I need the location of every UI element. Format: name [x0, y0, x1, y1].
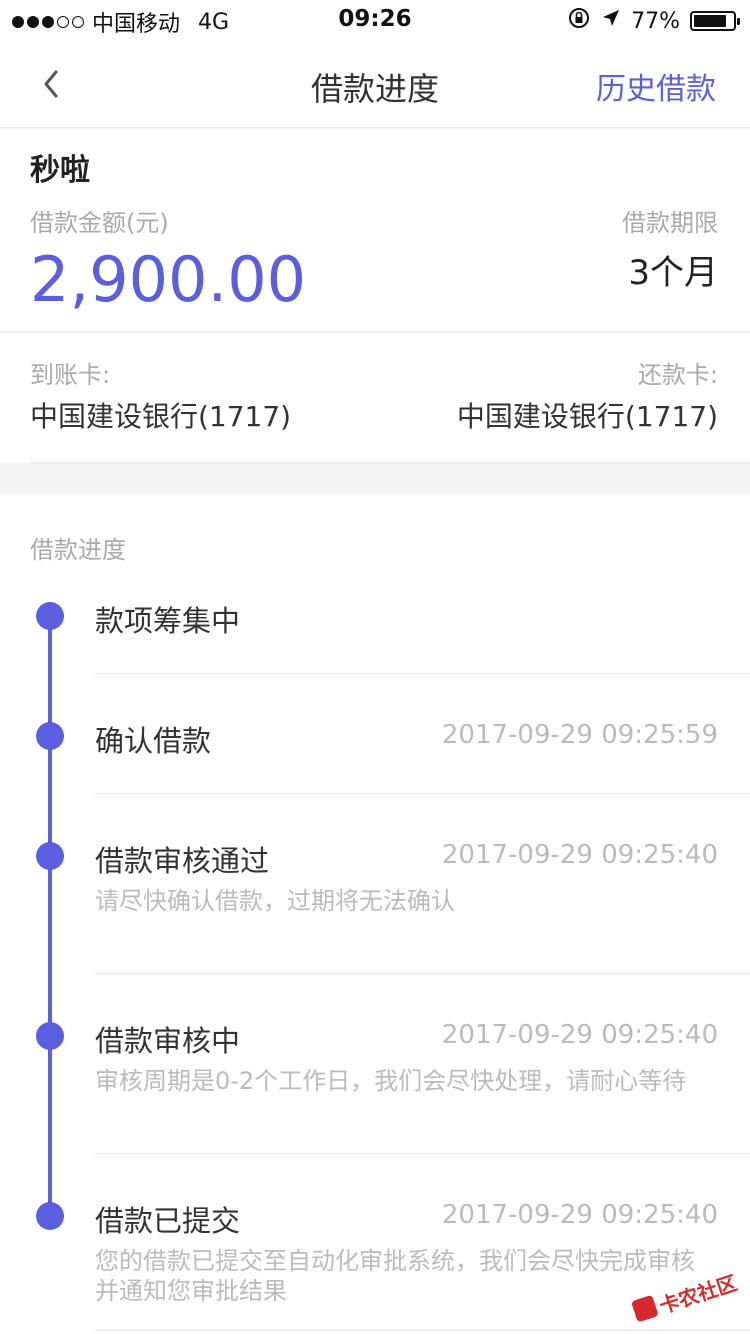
- timeline-dot-icon: [36, 1022, 64, 1050]
- app-name: 秒啦: [30, 153, 90, 188]
- watermark-icon: [630, 1294, 659, 1323]
- step-divider: [95, 673, 750, 674]
- timeline-dot-icon: [36, 1202, 64, 1230]
- step-title: 款项筹集中: [95, 604, 241, 638]
- timeline-dot-icon: [36, 602, 64, 630]
- timeline-dot-icon: [36, 842, 64, 870]
- step-title: 确认借款: [95, 724, 212, 758]
- repay-card-label: 还款卡:: [637, 361, 718, 389]
- step-divider: [95, 1330, 750, 1331]
- step-title: 借款审核通过: [95, 844, 270, 878]
- amount-label: 借款金额(元): [30, 209, 169, 237]
- step-time: 2017-09-29 09:25:59: [441, 720, 718, 750]
- amount-value: 2,900.00: [30, 243, 307, 316]
- term-value: 3个月: [628, 253, 718, 293]
- step-title: 借款审核中: [95, 1024, 241, 1058]
- step-time: 2017-09-29 09:25:40: [441, 840, 718, 870]
- step-title: 借款已提交: [95, 1204, 241, 1238]
- step-divider: [95, 793, 750, 794]
- status-right: 77%: [567, 6, 740, 36]
- term-label: 借款期限: [622, 209, 718, 237]
- progress-section: 借款进度 款项筹集中 确认借款 2017-09-29 09:25:59 借款审核…: [0, 494, 750, 1334]
- nav-bar: 借款进度 历史借款: [0, 40, 750, 128]
- bank-cards-section: 到账卡: 中国建设银行(1717) 还款卡: 中国建设银行(1717): [0, 333, 750, 463]
- battery-percent: 77%: [631, 8, 680, 34]
- timeline-line: [48, 616, 52, 1216]
- timeline-dot-icon: [36, 722, 64, 750]
- step-time: 2017-09-29 09:25:40: [441, 1020, 718, 1050]
- progress-title: 借款进度: [30, 536, 126, 564]
- battery-icon: [690, 11, 740, 31]
- step-time: 2017-09-29 09:25:40: [441, 1200, 718, 1230]
- orientation-lock-icon: [567, 6, 591, 36]
- receive-card-label: 到账卡:: [30, 361, 111, 389]
- status-bar: 中国移动 4G 09:26 77%: [0, 0, 750, 40]
- location-arrow-icon: [601, 8, 621, 34]
- receive-card-value: 中国建设银行(1717): [30, 400, 292, 433]
- step-description: 审核周期是0-2个工作日，我们会尽快处理，请耐心等待: [95, 1067, 687, 1095]
- history-loans-link[interactable]: 历史借款: [596, 64, 716, 108]
- step-description: 请尽快确认借款，过期将无法确认: [95, 887, 455, 915]
- repay-card-value: 中国建设银行(1717): [456, 400, 718, 433]
- step-description: 您的借款已提交至自动化审批系统，我们会尽快完成审核并通知您审批结果: [95, 1247, 695, 1305]
- divider: [30, 462, 750, 463]
- step-divider: [95, 1153, 750, 1154]
- step-divider: [95, 973, 750, 974]
- loan-summary-card: 秒啦 借款金额(元) 2,900.00 借款期限 3个月: [0, 129, 750, 332]
